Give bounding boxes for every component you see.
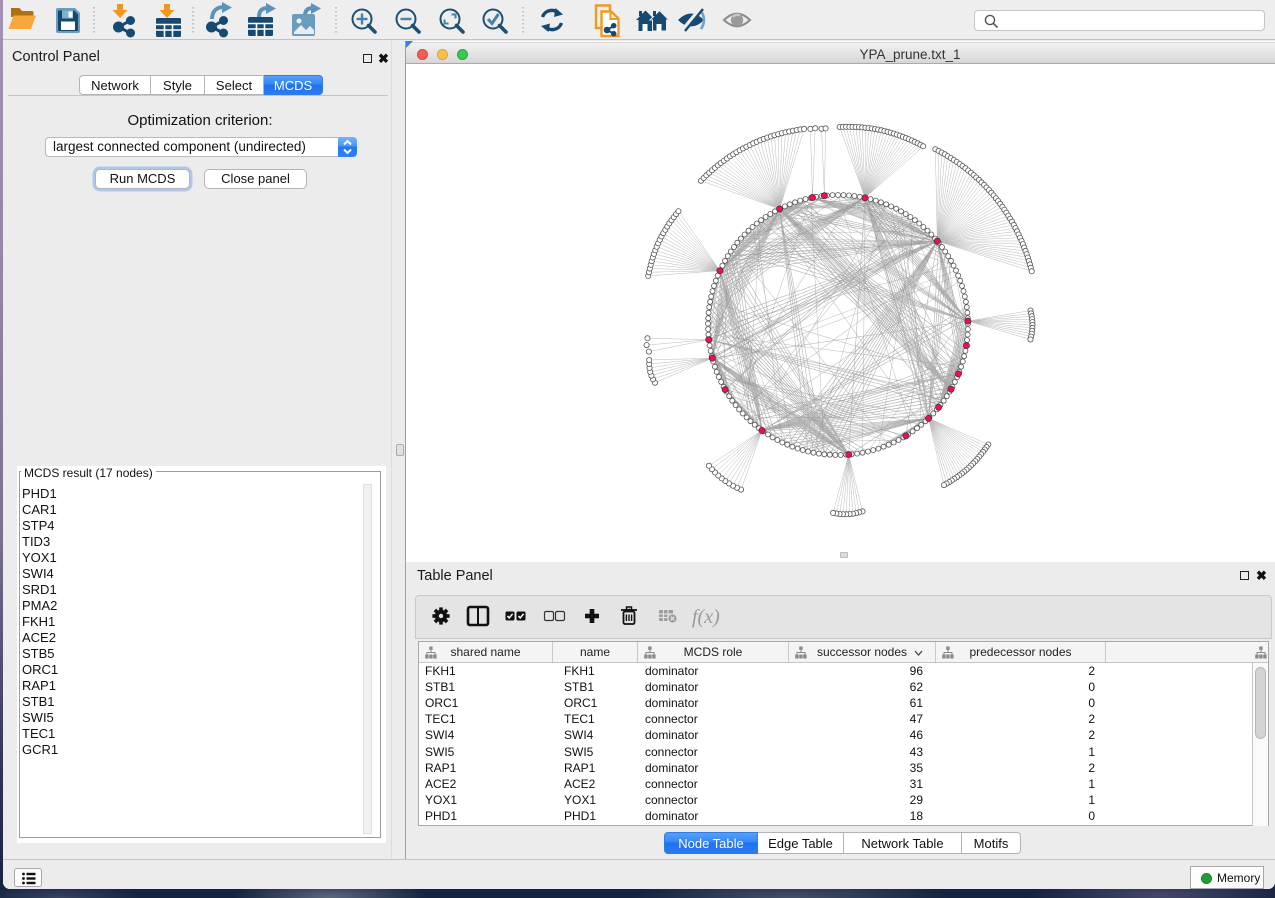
svg-text:f(x): f(x) bbox=[692, 606, 720, 628]
